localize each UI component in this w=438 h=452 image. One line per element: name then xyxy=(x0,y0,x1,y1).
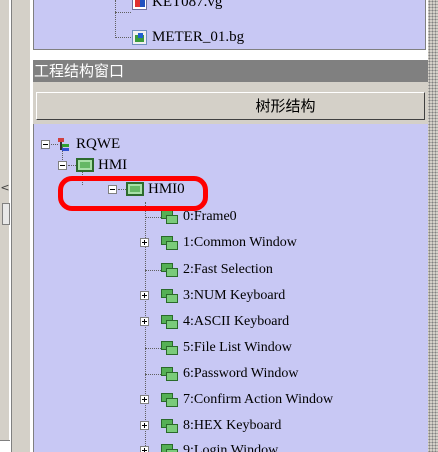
expand-toggle[interactable] xyxy=(140,291,149,300)
tree-connector xyxy=(115,12,131,13)
expand-toggle[interactable] xyxy=(140,317,149,326)
tree-node-window[interactable]: 1:Common Window xyxy=(161,233,297,253)
window-icon xyxy=(161,314,179,330)
window-icon xyxy=(161,366,179,382)
window-icon xyxy=(161,262,179,278)
tree-node-hmi[interactable]: HMI xyxy=(76,155,127,175)
file-item[interactable]: METER_01.bg xyxy=(132,27,244,47)
window-icon xyxy=(161,340,179,356)
right-splitter[interactable] xyxy=(428,0,438,452)
tree-connector xyxy=(145,374,161,375)
tree-connector xyxy=(145,348,161,349)
tree-node-window[interactable]: 8:HEX Keyboard xyxy=(161,416,281,436)
tree-node-label: 6:Password Window xyxy=(183,366,299,381)
tree-node-label: 9:Login Window xyxy=(183,443,279,452)
collapse-toggle[interactable] xyxy=(58,161,67,170)
screen-icon xyxy=(76,158,94,172)
tree-node-window[interactable]: 7:Confirm Action Window xyxy=(161,390,333,410)
tree-node-label: HMI xyxy=(98,156,128,173)
tree-node-label: 5:File List Window xyxy=(183,340,292,355)
column-header-area: 树形结构 xyxy=(33,82,428,124)
project-tree: RQWE HMI HMI0 0:Frame0 1:Common Window 2… xyxy=(33,124,428,452)
tree-node-label: 1:Common Window xyxy=(183,235,297,250)
tree-node-label: 0:Frame0 xyxy=(183,209,237,224)
window-icon xyxy=(161,209,179,225)
tree-node-window[interactable]: 2:Fast Selection xyxy=(161,260,273,280)
tree-connector xyxy=(68,165,76,166)
collapse-toggle[interactable] xyxy=(41,140,50,149)
file-item[interactable]: KET087.vg xyxy=(132,0,222,12)
window-icon xyxy=(161,392,179,408)
project-root-icon xyxy=(58,137,72,151)
tree-connector xyxy=(145,270,161,271)
file-name: METER_01.bg xyxy=(152,28,245,45)
collapse-arrow-icon[interactable]: < xyxy=(0,181,10,194)
expand-toggle[interactable] xyxy=(140,395,149,404)
tree-node-window[interactable]: 6:Password Window xyxy=(161,364,298,384)
tree-node-window[interactable]: 4:ASCII Keyboard xyxy=(161,312,289,332)
left-splitter: < xyxy=(0,0,30,452)
scroll-corner xyxy=(0,440,10,452)
tree-node-label: 4:ASCII Keyboard xyxy=(183,314,290,329)
window-icon xyxy=(161,235,179,251)
bitmap-graphic-file-icon xyxy=(132,29,147,45)
tree-connector xyxy=(145,217,161,218)
file-name: KET087.vg xyxy=(152,0,223,10)
tree-node-label: 2:Fast Selection xyxy=(183,262,273,277)
project-structure-window-title: 工程结构窗口 xyxy=(33,60,428,82)
tree-node-label: 8:HEX Keyboard xyxy=(183,418,282,433)
tree-node-window[interactable]: 5:File List Window xyxy=(161,338,292,358)
window-icon xyxy=(161,288,179,304)
tree-node-window[interactable]: 3:NUM Keyboard xyxy=(161,286,285,306)
splitter-edge[interactable] xyxy=(9,0,12,452)
splitter-handle[interactable] xyxy=(2,203,10,225)
vector-graphic-file-icon xyxy=(132,0,147,10)
tree-node-label: 3:NUM Keyboard xyxy=(183,288,286,303)
tree-node-label: 7:Confirm Action Window xyxy=(183,392,334,407)
expand-toggle[interactable] xyxy=(140,238,149,247)
tree-connector xyxy=(115,37,131,38)
red-highlight-annotation xyxy=(58,176,208,211)
tree-column-header[interactable]: 树形结构 xyxy=(36,92,425,120)
tree-connector xyxy=(115,0,116,38)
window-icon xyxy=(161,443,179,452)
expand-toggle[interactable] xyxy=(140,446,149,452)
tree-node-label: RQWE xyxy=(76,135,121,152)
tree-node-window[interactable]: 9:Login Window xyxy=(161,441,278,452)
tree-connector xyxy=(51,144,58,145)
tree-node-root[interactable]: RQWE xyxy=(58,134,120,154)
file-list-panel: KET087.vg METER_01.bg xyxy=(33,0,426,50)
expand-toggle[interactable] xyxy=(140,421,149,430)
window-icon xyxy=(161,418,179,434)
